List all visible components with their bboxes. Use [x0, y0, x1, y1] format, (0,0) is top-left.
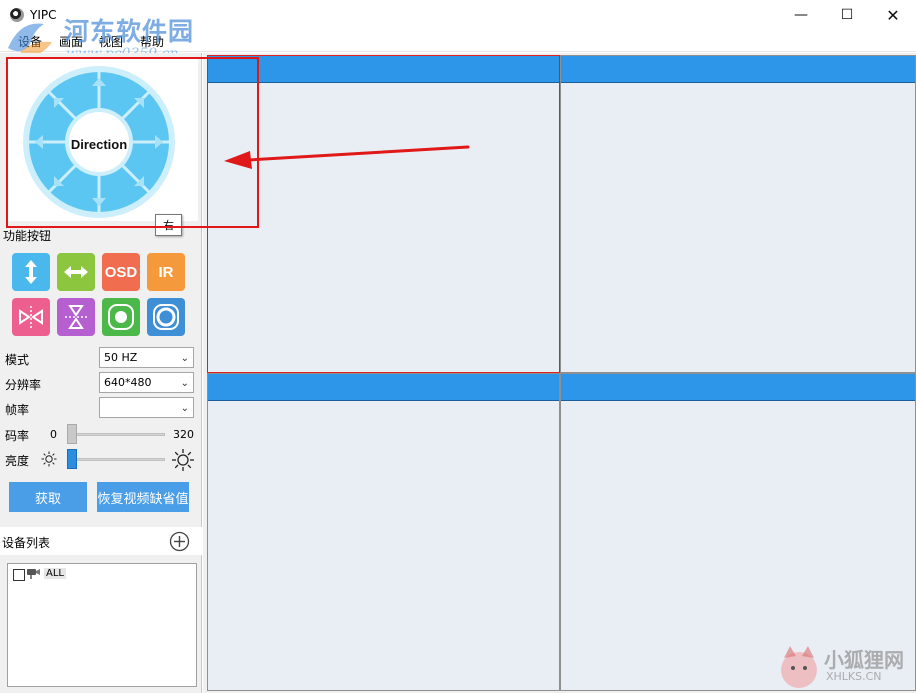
brightness-slider-track[interactable] [67, 458, 165, 461]
video-cell-header [208, 374, 559, 401]
device-list-label: 设备列表 [2, 536, 51, 550]
video-cell-2[interactable] [560, 55, 916, 373]
bitrate-max: 320 [173, 428, 194, 441]
watermark-site-name: 河东软件园 [64, 17, 195, 46]
close-button[interactable]: ✕ [870, 0, 916, 30]
mirror-button[interactable] [12, 298, 50, 336]
control-panel: Direction 右 功能按钮 OSD IR 模式 50 HZ ⌄ 分辨率 6… [0, 53, 202, 693]
device-all-checkbox[interactable] [13, 569, 25, 581]
add-device-icon[interactable] [169, 531, 190, 552]
functions-label: 功能按钮 [3, 229, 52, 243]
device-list-header: 设备列表 [0, 527, 202, 555]
corner-watermark: 小狐狸网 XHLKS.CN [776, 640, 916, 693]
brightness-slider-thumb[interactable] [67, 449, 77, 469]
video-cell-header [208, 56, 559, 83]
fox-logo-icon [781, 646, 817, 688]
resolution-label: 分辨率 [5, 378, 42, 392]
flip-button[interactable] [57, 298, 95, 336]
record-icon [153, 304, 179, 330]
framerate-select[interactable]: ⌄ [99, 397, 194, 418]
bitrate-min: 0 [50, 428, 57, 441]
mirror-icon [19, 306, 43, 328]
brightness-label: 亮度 [5, 454, 30, 468]
bitrate-slider-thumb[interactable] [67, 424, 77, 444]
maximize-button[interactable]: ☐ [824, 0, 870, 30]
video-cell-1[interactable] [207, 55, 560, 373]
video-cell-3[interactable] [207, 373, 560, 691]
device-tree: ALL [7, 563, 197, 687]
brightness-high-icon [172, 449, 194, 471]
bitrate-slider-track[interactable] [67, 433, 165, 436]
mode-value: 50 HZ [104, 351, 138, 364]
flip-icon [65, 305, 87, 329]
resolution-value: 640*480 [104, 376, 152, 389]
framerate-label: 帧率 [5, 403, 30, 417]
horizontal-arrows-icon [64, 266, 88, 278]
vertical-flip-button[interactable] [12, 253, 50, 291]
direction-tooltip: 右 [155, 214, 182, 236]
video-cell-header [561, 56, 915, 83]
device-all-label[interactable]: ALL [44, 568, 66, 579]
mode-select[interactable]: 50 HZ ⌄ [99, 347, 194, 368]
record-green-button[interactable] [102, 298, 140, 336]
video-cell-header [561, 374, 915, 401]
bitrate-label: 码率 [5, 429, 30, 443]
get-button[interactable]: 获取 [9, 482, 87, 512]
corner-watermark-url: XHLKS.CN [826, 670, 882, 683]
chevron-down-icon: ⌄ [180, 353, 189, 364]
direction-label: Direction [70, 137, 128, 152]
osd-button[interactable]: OSD [102, 253, 140, 291]
minimize-button[interactable]: — [778, 0, 824, 30]
camera-group-icon [27, 569, 40, 579]
video-grid [203, 53, 916, 693]
vertical-arrows-icon [25, 260, 37, 284]
restore-defaults-button[interactable]: 恢复视频缺省值 [97, 482, 189, 512]
resolution-select[interactable]: 640*480 ⌄ [99, 372, 194, 393]
horizontal-flip-button[interactable] [57, 253, 95, 291]
chevron-down-icon: ⌄ [180, 403, 189, 414]
chevron-down-icon: ⌄ [180, 378, 189, 389]
brightness-low-icon [41, 451, 57, 467]
mode-label: 模式 [5, 353, 30, 367]
corner-watermark-name: 小狐狸网 [824, 648, 904, 672]
record-icon [108, 304, 134, 330]
record-blue-button[interactable] [147, 298, 185, 336]
ir-button[interactable]: IR [147, 253, 185, 291]
